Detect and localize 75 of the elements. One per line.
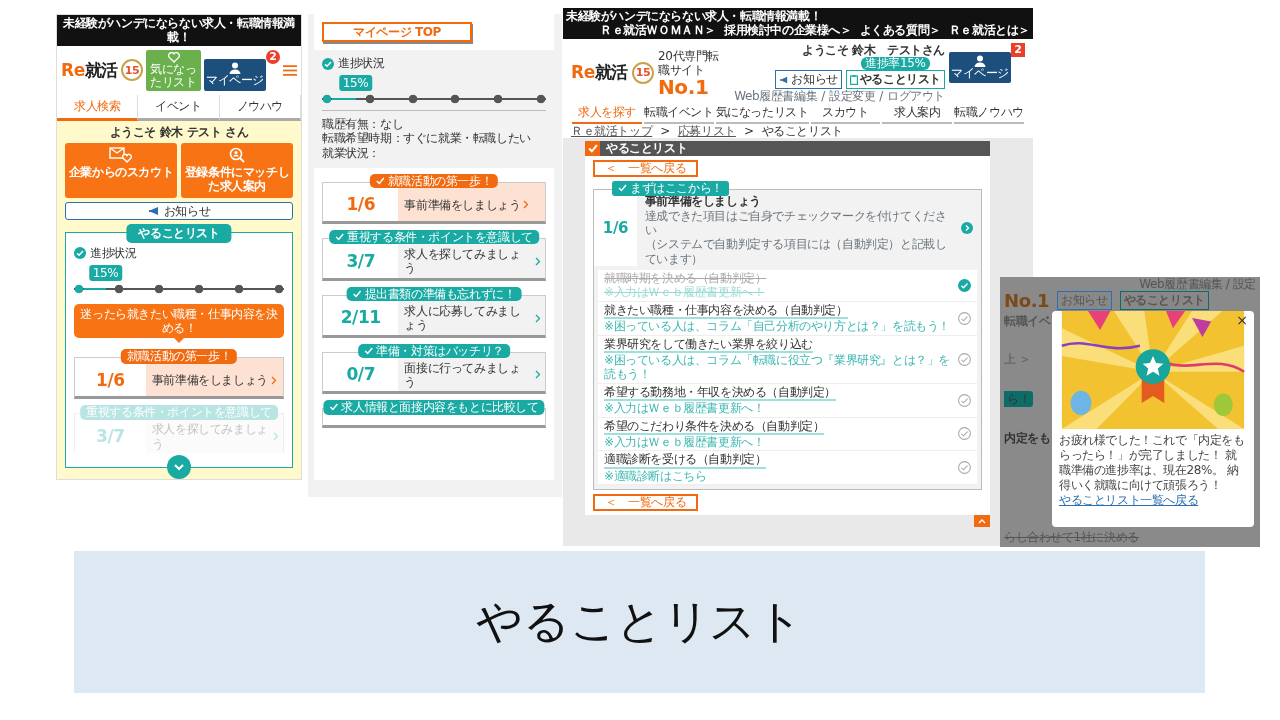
progress-label: 進捗状況 bbox=[338, 56, 385, 71]
task-note: ※入力はＷｅｂ履歴書更新へ！ bbox=[604, 434, 766, 450]
profile-line: 職歴有無：なし bbox=[322, 116, 405, 132]
rank-text: No.1 bbox=[658, 77, 710, 98]
step-count: 1/6 bbox=[345, 193, 377, 217]
breadcrumb-link[interactable]: Ｒｅ就活トップ bbox=[571, 123, 653, 138]
step-count: 3/7 bbox=[345, 249, 377, 273]
top-link[interactable]: Ｒｅ就活ＷＯＭＡＮ＞ bbox=[599, 23, 716, 38]
progress-reading: 15% bbox=[338, 74, 373, 92]
breadcrumb-current: やることリスト bbox=[761, 123, 843, 138]
step-tag-text: 提出書類の準備も忘れずに！ bbox=[364, 286, 516, 302]
account-link[interactable]: 設定変更 bbox=[828, 88, 876, 104]
breadcrumb-separator: > bbox=[660, 123, 670, 138]
announcement-text: 未経験がハンデにならない求人・転職情報満載！ bbox=[566, 9, 822, 24]
task-note: ※困っている人は、コラム「自己分析のやり方とは？」を読もう！ bbox=[604, 319, 952, 334]
step-tag-text: 求人情報と面接内容をもとに比較して bbox=[341, 400, 539, 415]
account-link[interactable]: Web履歴書編集 bbox=[734, 88, 818, 104]
task-title[interactable]: 希望する勤務地・年収を決める（自動判定） bbox=[604, 384, 836, 402]
task-note: ※入力はＷｅｂ履歴書更新へ！ bbox=[604, 285, 766, 300]
rank-text: No.1 bbox=[1004, 291, 1050, 310]
notification-badge: 2 bbox=[1011, 42, 1025, 57]
top-link[interactable]: よくある質問＞ bbox=[859, 23, 941, 38]
todo-button[interactable]: やることリスト bbox=[845, 70, 945, 89]
step-count: 3/7 bbox=[95, 424, 126, 448]
step-count: 1/6 bbox=[95, 368, 126, 392]
mypage-button[interactable]: マイページ bbox=[204, 59, 266, 91]
task-title[interactable]: 希望のこだわり条件を決める（自動判定） bbox=[604, 418, 825, 435]
notification-badge: 2 bbox=[266, 50, 280, 65]
step-note: 達成できた項目はご自身でチェックマークを付けてください bbox=[644, 208, 948, 238]
step-tag-text: 重視する条件・ポイントを意識して bbox=[347, 229, 533, 245]
section-title: やることリスト bbox=[606, 141, 688, 156]
tab[interactable]: イベント bbox=[138, 95, 220, 121]
step-tag-text: 就職活動の第一歩！ bbox=[387, 173, 493, 189]
notice-button[interactable]: お知らせ bbox=[65, 201, 293, 221]
dialog-message: お疲れ様でした！これで「内定をもらったら！」が完了しました！ 就職準備の進捗率は、現在28%。 納得いく就職に向けて頑張ろう！ やることリスト一覧へ戻る bbox=[1058, 432, 1246, 509]
tagline: 20代専門転職サイト bbox=[658, 48, 720, 78]
greeting-text: ようこそ 鈴木 テストさん bbox=[802, 42, 945, 57]
task-note: ※困っている人は、コラム「転職に役立つ『業界研究』とは？」を読もう！ bbox=[604, 353, 952, 382]
anniversary-badge: 15 bbox=[121, 59, 144, 82]
announcement-text: 未経験がハンデにならない求人・転職情報満載！ bbox=[63, 16, 295, 45]
todo-title: やることリスト bbox=[126, 224, 232, 243]
notice-button[interactable]: お知らせ bbox=[775, 70, 842, 89]
step-tag-text: 重視する条件・ポイントを意識して bbox=[86, 405, 272, 420]
tip-bubble: 迷ったら就きたい職種・仕事内容を決める！ bbox=[74, 303, 284, 339]
logo: Re就活 bbox=[571, 64, 629, 82]
anniversary-badge: 15 bbox=[632, 61, 655, 84]
logo: Re就活 bbox=[61, 61, 119, 79]
top-link[interactable]: Ｒｅ就活とは＞ bbox=[948, 23, 1030, 38]
step-tag-text: 準備・対策はバッチリ？ bbox=[376, 343, 504, 358]
tab[interactable]: ノウハウ bbox=[219, 95, 301, 121]
profile-line: 転職希望時期：すぐに就業・転職したい bbox=[322, 131, 532, 146]
return-link[interactable]: やることリスト一覧へ戻る bbox=[1059, 493, 1199, 507]
profile-line: 就業状況： bbox=[322, 145, 381, 160]
progress-reading: 15% bbox=[88, 264, 123, 281]
progress-pill: 進捗率15% bbox=[861, 57, 930, 71]
welcome-text: ようこそ 鈴木 テスト さん bbox=[108, 124, 250, 139]
task-note: ※入力はＷｅｂ履歴書更新へ！ bbox=[604, 401, 766, 416]
step-count: 0/7 bbox=[345, 363, 377, 387]
breadcrumb-link[interactable]: 応募リスト bbox=[677, 123, 736, 138]
progress-label: 進捗状況 bbox=[90, 246, 137, 261]
link-separator: / bbox=[879, 88, 883, 104]
breadcrumb-separator: > bbox=[743, 123, 754, 138]
slide-caption: やることリスト bbox=[74, 551, 1205, 693]
step-tag-text: 就職活動の第一歩！ bbox=[126, 349, 232, 364]
task-title[interactable]: 業界研究をして働きたい業界を絞り込む bbox=[604, 336, 813, 353]
step-title: 内定をも bbox=[1004, 430, 1052, 446]
task-note: ※適職診断はこちら bbox=[604, 468, 708, 484]
account-link[interactable]: ログアウト bbox=[886, 88, 945, 104]
task-title[interactable]: 適職診断を受ける（自動判定） bbox=[604, 452, 767, 469]
link-separator: / bbox=[821, 88, 825, 104]
task-title[interactable]: 就きたい職種・仕事内容を決める（自動判定） bbox=[604, 302, 848, 320]
step-note: （システムで自動判定する項目には（自動判定）と記載しています） bbox=[644, 237, 948, 267]
step-count: 2/11 bbox=[339, 306, 382, 330]
mypage-button[interactable]: マイページ bbox=[949, 51, 1011, 83]
top-link[interactable]: 採用検討中の企業様へ＞ bbox=[724, 23, 852, 38]
